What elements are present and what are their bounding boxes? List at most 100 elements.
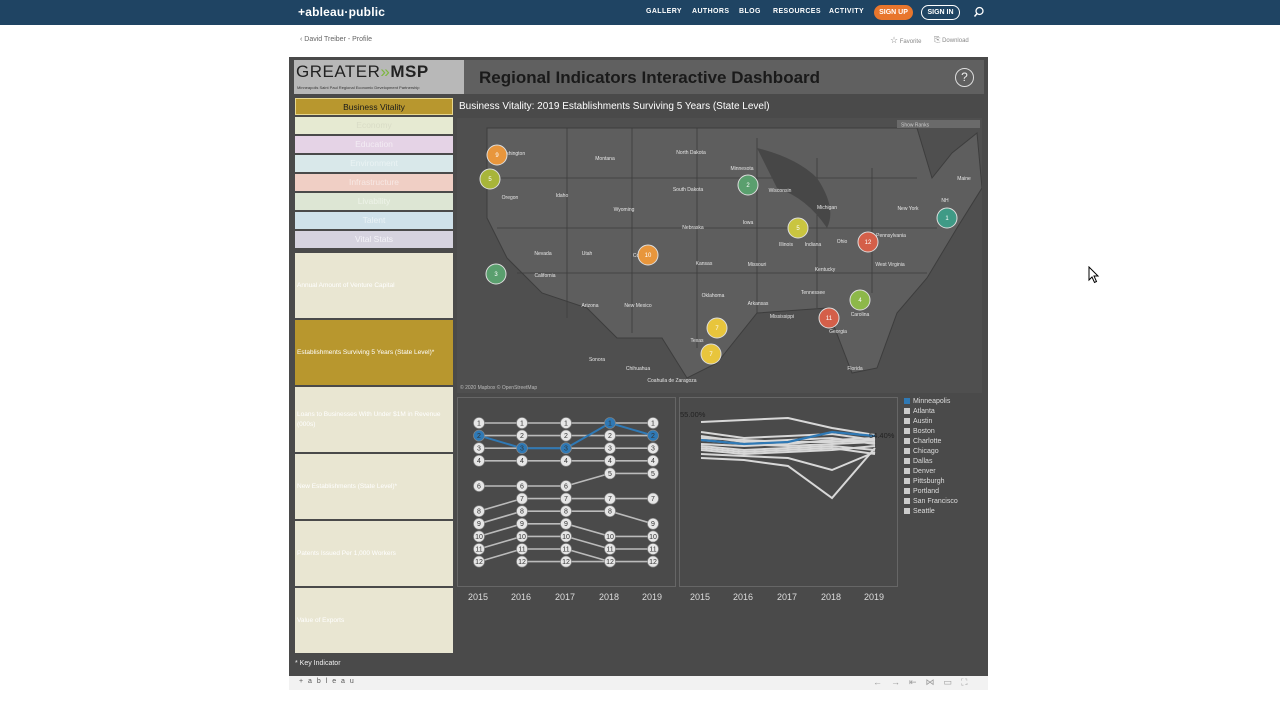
city-marker-atlanta[interactable]: 11 bbox=[818, 307, 840, 329]
rank-point[interactable]: 8 bbox=[604, 505, 616, 517]
share-icon[interactable]: ⋈ bbox=[926, 677, 944, 687]
rank-point[interactable]: 11 bbox=[604, 543, 616, 555]
indicator-item[interactable]: Establishments Surviving 5 Years (State … bbox=[295, 320, 453, 385]
rank-point[interactable]: 10 bbox=[647, 530, 659, 543]
series-line[interactable] bbox=[700, 451, 876, 472]
rank-point[interactable]: 2 bbox=[604, 429, 616, 442]
nav-blog[interactable]: BLOG bbox=[739, 8, 761, 15]
breadcrumb[interactable]: ‹ David Treiber - Profile bbox=[300, 36, 372, 43]
nav-resources[interactable]: RESOURCES bbox=[773, 8, 821, 15]
rank-point[interactable]: 2 bbox=[473, 429, 485, 442]
rank-point[interactable]: 10 bbox=[604, 530, 616, 543]
rank-point[interactable]: 10 bbox=[516, 530, 528, 543]
city-marker-dallas[interactable]: 7 bbox=[706, 317, 728, 339]
rank-point[interactable]: 8 bbox=[473, 505, 485, 517]
legend-item[interactable]: Charlotte bbox=[904, 437, 941, 447]
rank-point[interactable]: 6 bbox=[560, 480, 572, 492]
rank-point[interactable]: 5 bbox=[647, 467, 659, 480]
legend-item[interactable]: Minneapolis bbox=[904, 397, 950, 407]
indicator-item[interactable]: Annual Amount of Venture Capital bbox=[295, 253, 453, 318]
nav-activity[interactable]: ACTIVITY bbox=[829, 8, 864, 15]
category-talent[interactable]: Talent bbox=[295, 212, 453, 229]
rank-point[interactable]: 4 bbox=[473, 454, 485, 467]
bump-chart-svg[interactable]: 1234689101112123467891011121234678910111… bbox=[458, 398, 677, 588]
rank-point[interactable]: 7 bbox=[560, 492, 572, 505]
map-panel[interactable]: Washington Montana North Dakota Minnesota Or… bbox=[457, 118, 983, 393]
indicator-item[interactable]: Value of Exports bbox=[295, 588, 453, 653]
map-filter-label[interactable]: Show Ranks bbox=[901, 123, 930, 129]
rank-point[interactable]: 12 bbox=[604, 555, 616, 568]
rank-point[interactable]: 9 bbox=[516, 518, 528, 530]
rank-point[interactable]: 3 bbox=[647, 442, 659, 455]
rank-point[interactable]: 10 bbox=[473, 530, 485, 543]
rank-point[interactable]: 1 bbox=[560, 417, 572, 429]
city-marker-san-francisco[interactable]: 3 bbox=[485, 263, 507, 285]
comment-icon[interactable]: ▭ bbox=[944, 677, 962, 687]
fullscreen-icon[interactable]: ⛶ bbox=[961, 677, 976, 687]
rank-point[interactable]: 6 bbox=[516, 480, 528, 492]
category-business-vitality[interactable]: Business Vitality bbox=[295, 98, 453, 115]
rank-point[interactable]: 10 bbox=[560, 530, 572, 543]
indicator-item[interactable]: New Establishments (State Level)* bbox=[295, 454, 453, 519]
rank-point[interactable]: 4 bbox=[647, 454, 659, 467]
rank-point[interactable]: 12 bbox=[647, 555, 659, 568]
category-economy[interactable]: Economy bbox=[295, 117, 453, 134]
rank-point[interactable]: 3 bbox=[560, 442, 572, 455]
breadcrumb-profile-link[interactable]: David Treiber - Profile bbox=[304, 36, 372, 43]
city-marker-portland[interactable]: 9 bbox=[486, 144, 508, 166]
download-button[interactable]: ⎘ Download bbox=[934, 35, 969, 45]
city-marker-charlotte[interactable]: 4 bbox=[849, 289, 871, 311]
rank-point[interactable]: 11 bbox=[647, 543, 659, 555]
city-marker-denver[interactable]: 10 bbox=[637, 244, 659, 266]
city-marker-pittsburgh[interactable]: 12 bbox=[857, 231, 879, 253]
rank-point[interactable]: 12 bbox=[560, 555, 572, 568]
rank-point[interactable]: 3 bbox=[516, 442, 528, 455]
search-icon[interactable] bbox=[973, 6, 985, 18]
city-marker-boston[interactable]: 1 bbox=[936, 207, 958, 229]
city-marker-seattle[interactable]: 5 bbox=[479, 168, 501, 190]
undo-icon[interactable]: ← bbox=[873, 677, 891, 687]
rank-point[interactable]: 2 bbox=[647, 429, 659, 442]
city-marker-chicago[interactable]: 5 bbox=[787, 217, 809, 239]
rank-point[interactable]: 1 bbox=[516, 417, 528, 429]
rank-point[interactable]: 3 bbox=[604, 442, 616, 455]
nav-gallery[interactable]: GALLERY bbox=[646, 8, 682, 15]
category-infrastructure[interactable]: Infrastructure bbox=[295, 174, 453, 191]
percentage-line-chart[interactable]: 55.00% 54.40% bbox=[679, 397, 898, 587]
city-marker-austin[interactable]: 7 bbox=[700, 343, 722, 365]
legend-item[interactable]: Denver bbox=[904, 467, 936, 477]
legend-item[interactable]: Boston bbox=[904, 427, 935, 437]
rank-point[interactable]: 5 bbox=[604, 467, 616, 480]
rank-point[interactable]: 11 bbox=[516, 543, 528, 555]
indicator-item[interactable]: Patents Issued Per 1,000 Workers bbox=[295, 521, 453, 586]
tableau-public-logo[interactable]: +ableau·public bbox=[298, 5, 385, 19]
rank-point[interactable]: 4 bbox=[516, 454, 528, 467]
rank-point[interactable]: 12 bbox=[516, 555, 528, 568]
series-line[interactable] bbox=[700, 416, 876, 436]
rank-point[interactable]: 1 bbox=[604, 417, 616, 429]
indicator-item[interactable]: Loans to Businesses With Under $1M in Re… bbox=[295, 387, 453, 452]
category-education[interactable]: Education bbox=[295, 136, 453, 153]
help-button[interactable]: ? bbox=[955, 68, 974, 87]
rank-point[interactable]: 4 bbox=[560, 454, 572, 467]
rank-point[interactable]: 11 bbox=[560, 543, 572, 555]
rank-point[interactable]: 8 bbox=[560, 505, 572, 517]
revert-icon[interactable]: ⇤ bbox=[909, 677, 926, 687]
rank-bump-chart[interactable]: 1 2 3 4 6 8 9 10 11 12 1 2 3 4 6 7 8 9 10 11 12 1 2 3 4 6 7 8 9 10 11 1… bbox=[457, 397, 676, 587]
sign-up-button[interactable]: SIGN UP bbox=[874, 5, 913, 20]
legend-item[interactable]: Portland bbox=[904, 487, 939, 497]
legend-item[interactable]: Pittsburgh bbox=[904, 477, 945, 487]
rank-point[interactable]: 3 bbox=[473, 442, 485, 455]
rank-point[interactable]: 9 bbox=[560, 518, 572, 530]
rank-point[interactable]: 7 bbox=[516, 492, 528, 505]
rank-point[interactable]: 2 bbox=[560, 429, 572, 442]
redo-icon[interactable]: → bbox=[891, 677, 909, 687]
tableau-footer-logo[interactable]: + a b l e a u bbox=[299, 678, 355, 685]
rank-point[interactable]: 9 bbox=[647, 518, 659, 530]
sign-in-button[interactable]: SIGN IN bbox=[921, 5, 960, 20]
rank-point[interactable]: 2 bbox=[516, 429, 528, 442]
legend-item[interactable]: Austin bbox=[904, 417, 932, 427]
category-livability[interactable]: Livability bbox=[295, 193, 453, 210]
category-vital-stats[interactable]: Vital Stats bbox=[295, 231, 453, 248]
favorite-button[interactable]: ☆ Favorite bbox=[890, 35, 921, 46]
